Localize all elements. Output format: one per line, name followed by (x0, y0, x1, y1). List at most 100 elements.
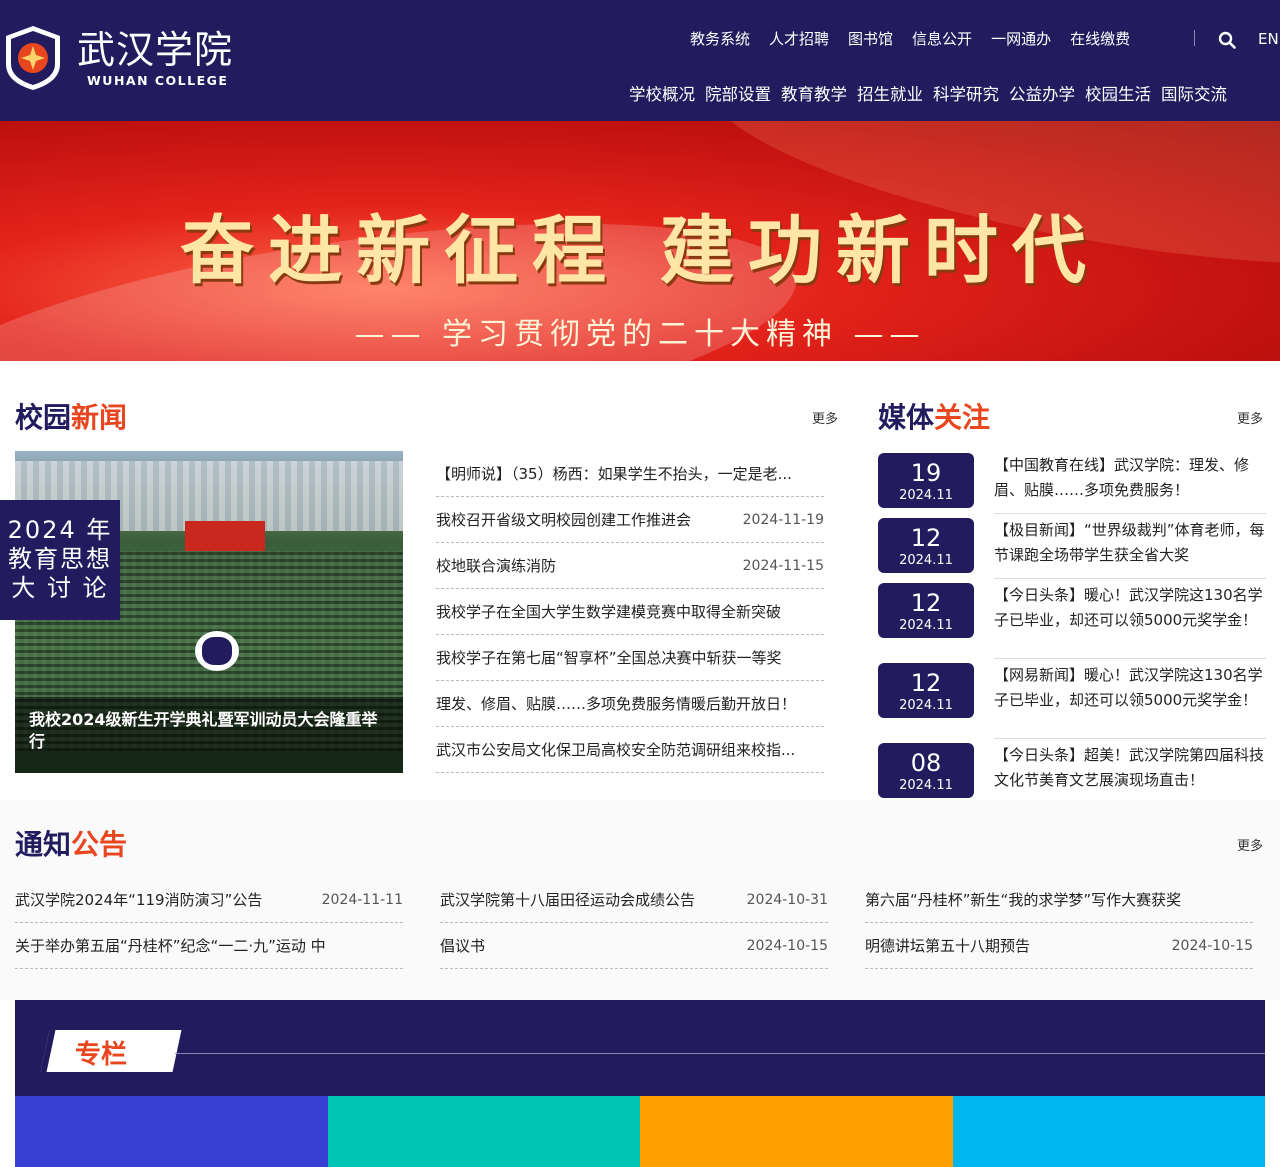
top-link-jiaowu[interactable]: 教务系统 (690, 28, 750, 50)
notice-column: 武汉学院第十八届田径运动会成绩公告 2024-10-31 倡议书 2024-10-1… (440, 877, 828, 969)
banner-subtitle: —— 学习贯彻党的二十大精神 —— (354, 317, 926, 352)
nav-item-research[interactable]: 科学研究 (933, 83, 999, 107)
title-highlight: 关注 (934, 401, 991, 434)
media-item[interactable]: 19 2024.11 【中国教育在线】武汉学院：理发、修眉、贴膜……多项免费服务！ (878, 451, 1266, 516)
date-month: 2024.11 (899, 553, 953, 568)
divider (994, 578, 1266, 579)
date-day: 19 (910, 459, 942, 487)
hero-banner[interactable]: 奋进新征程 建功新时代 —— 学习贯彻党的二十大精神 —— (0, 121, 1280, 361)
campus-news-more-link[interactable]: 更多 (812, 408, 838, 427)
special-tile[interactable] (640, 1096, 953, 1167)
media-item[interactable]: 08 2024.11 【今日头条】超美！武汉学院第四届科技文化节美育文艺展演现场直… (878, 741, 1266, 806)
media-title[interactable]: 【中国教育在线】武汉学院：理发、修眉、贴膜……多项免费服务！ (994, 453, 1266, 503)
notice-title: 通知公告 (15, 827, 127, 863)
nav-item-international[interactable]: 国际交流 (1161, 83, 1227, 107)
nav-item-departments[interactable]: 院部设置 (705, 83, 771, 107)
special-divider (175, 1053, 1265, 1054)
date-month: 2024.11 (899, 778, 953, 793)
news-title[interactable]: 武汉市公安局文化保卫局高校安全防范调研组来校指... (436, 739, 795, 760)
notice-column: 第六届“丹桂杯”新生“我的求学梦”写作大赛获奖 明德讲坛第五十八期预告 2024-… (865, 877, 1253, 969)
top-link-library[interactable]: 图书馆 (848, 28, 893, 50)
media-item[interactable]: 12 2024.11 【今日头条】暖心！武汉学院这130名学子已毕业，却还可以领5… (878, 581, 1266, 661)
news-title[interactable]: 我校召开省级文明校园创建工作推进会 (436, 509, 691, 530)
top-link-rencai[interactable]: 人才招聘 (769, 28, 829, 50)
special-tile[interactable] (15, 1096, 328, 1167)
notice-title-text[interactable]: 倡议书 (440, 935, 485, 956)
title-part: 媒体 (878, 401, 935, 434)
news-date: 2024-11-19 (742, 511, 824, 528)
news-item[interactable]: 武汉市公安局文化保卫局高校安全防范调研组来校指... (436, 727, 824, 773)
notice-title-text[interactable]: 武汉学院第十八届田径运动会成绩公告 (440, 889, 695, 910)
media-focus-title: 媒体关注 (878, 400, 990, 436)
notice-date: 2024-10-31 (746, 891, 828, 908)
date-day: 12 (910, 669, 942, 697)
site-header: 武汉学院 WUHAN COLLEGE 教务系统 人才招聘 图书馆 信息公开 一网… (0, 0, 1280, 121)
media-item[interactable]: 12 2024.11 【极目新闻】“世界级裁判”体育老师，每节课跑全场带学生获全省… (878, 516, 1266, 581)
notice-item[interactable]: 关于举办第五届“丹桂杯”纪念“一二·九”运动 中 (15, 923, 403, 969)
college-logo[interactable] (2, 24, 64, 92)
top-link-info[interactable]: 信息公开 (912, 28, 972, 50)
news-item[interactable]: 我校学子在全国大学生数学建模竞赛中取得全新突破 (436, 589, 824, 635)
nav-item-admission[interactable]: 招生就业 (857, 83, 923, 107)
media-item[interactable]: 12 2024.11 【网易新闻】暖心！武汉学院这130名学子已毕业，却还可以领5… (878, 661, 1266, 741)
date-day: 12 (910, 524, 942, 552)
notice-date: 2024-11-11 (321, 891, 403, 908)
top-link-onestop[interactable]: 一网通办 (991, 28, 1051, 50)
media-title[interactable]: 【网易新闻】暖心！武汉学院这130名学子已毕业，却还可以领5000元奖学金！ (994, 663, 1266, 713)
title-part: 校园 (15, 401, 72, 434)
media-title[interactable]: 【今日头条】超美！武汉学院第四届科技文化节美育文艺展演现场直击！ (994, 743, 1266, 793)
notice-title-text[interactable]: 关于举办第五届“丹桂杯”纪念“一二·九”运动 中 (15, 935, 326, 956)
title-highlight: 公告 (71, 828, 128, 861)
date-month: 2024.11 (899, 618, 953, 633)
news-date: 2024-11-15 (742, 557, 824, 574)
media-more-link[interactable]: 更多 (1237, 408, 1263, 427)
logo-text-cn[interactable]: 武汉学院 (77, 28, 233, 72)
media-title[interactable]: 【极目新闻】“世界级裁判”体育老师，每节课跑全场带学生获全省大奖 (994, 518, 1266, 568)
language-switch[interactable]: EN (1258, 28, 1279, 50)
news-title[interactable]: 我校学子在全国大学生数学建模竞赛中取得全新突破 (436, 601, 781, 622)
logo-text-en: WUHAN COLLEGE (87, 73, 229, 88)
notice-more-link[interactable]: 更多 (1237, 835, 1263, 854)
education-discussion-badge[interactable]: 2024 年 教育思想 大 讨 论 (0, 500, 120, 620)
notice-date: 2024-10-15 (1171, 937, 1253, 954)
banner-title: 奋进新征程 建功新时代 (180, 208, 1100, 294)
special-tile[interactable] (952, 1096, 1265, 1167)
photo-stage (185, 521, 265, 551)
special-column-section: 专栏 (15, 1000, 1265, 1096)
notice-title-text[interactable]: 明德讲坛第五十八期预告 (865, 935, 1030, 956)
divider (994, 513, 1266, 514)
top-link-payment[interactable]: 在线缴费 (1070, 28, 1130, 50)
divider (994, 738, 1266, 739)
media-title[interactable]: 【今日头条】暖心！武汉学院这130名学子已毕业，却还可以领5000元奖学金！ (994, 583, 1266, 633)
notice-item[interactable]: 武汉学院2024年“119消防演习”公告 2024-11-11 (15, 877, 403, 923)
news-title[interactable]: 我校学子在第七届“智享杯”全国总决赛中斩获一等奖 (436, 647, 782, 668)
news-title[interactable]: 理发、修眉、贴膜……多项免费服务情暖后勤开放日！ (436, 693, 796, 714)
nav-item-campus-life[interactable]: 校园生活 (1085, 83, 1151, 107)
news-title[interactable]: 校地联合演练消防 (436, 555, 556, 576)
news-item[interactable]: 我校学子在第七届“智享杯”全国总决赛中斩获一等奖 (436, 635, 824, 681)
nav-item-education[interactable]: 教育教学 (781, 83, 847, 107)
notice-title-text[interactable]: 第六届“丹桂杯”新生“我的求学梦”写作大赛获奖 (865, 889, 1181, 910)
special-tile[interactable] (327, 1096, 640, 1167)
date-box: 12 2024.11 (878, 518, 974, 573)
nav-item-charity[interactable]: 公益办学 (1009, 83, 1075, 107)
news-title[interactable]: 【明师说】（35）杨西：如果学生不抬头，一定是老... (436, 463, 792, 484)
news-item[interactable]: 校地联合演练消防 2024-11-15 (436, 543, 824, 589)
divider (994, 658, 1266, 659)
date-box: 08 2024.11 (878, 743, 974, 798)
search-icon[interactable] (1218, 31, 1236, 49)
notice-item[interactable]: 倡议书 2024-10-15 (440, 923, 828, 969)
notice-item[interactable]: 武汉学院第十八届田径运动会成绩公告 2024-10-31 (440, 877, 828, 923)
news-item[interactable]: 我校召开省级文明校园创建工作推进会 2024-11-19 (436, 497, 824, 543)
notice-title-text[interactable]: 武汉学院2024年“119消防演习”公告 (15, 889, 262, 910)
main-nav: 学校概况 院部设置 教育教学 招生就业 科学研究 公益办学 校园生活 国际交流 (629, 83, 1237, 107)
notice-item[interactable]: 第六届“丹桂杯”新生“我的求学梦”写作大赛获奖 (865, 877, 1253, 923)
news-item[interactable]: 【明师说】（35）杨西：如果学生不抬头，一定是老... (436, 451, 824, 497)
photo-caption[interactable]: 我校2024级新生开学典礼暨军训动员大会隆重举行 (15, 697, 403, 773)
nav-item-overview[interactable]: 学校概况 (629, 83, 695, 107)
notice-item[interactable]: 明德讲坛第五十八期预告 2024-10-15 (865, 923, 1253, 969)
top-links: 教务系统 人才招聘 图书馆 信息公开 一网通办 在线缴费 (690, 28, 1149, 50)
news-item[interactable]: 理发、修眉、贴膜……多项免费服务情暖后勤开放日！ (436, 681, 824, 727)
notice-column: 武汉学院2024年“119消防演习”公告 2024-11-11 关于举办第五届“丹… (15, 877, 403, 969)
special-column-title[interactable]: 专栏 (75, 1034, 127, 1071)
